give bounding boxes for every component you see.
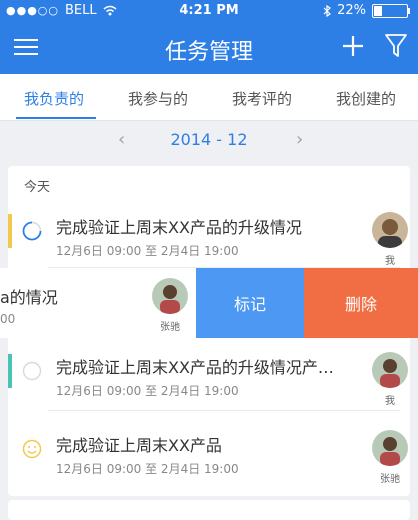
filter-icon[interactable] — [384, 32, 408, 60]
task-title: a的情况 — [0, 288, 58, 307]
add-task-button[interactable] — [340, 33, 366, 59]
priority-bar — [8, 214, 12, 248]
battery-icon — [372, 3, 410, 18]
avatar[interactable] — [152, 278, 188, 314]
tab-evaluating[interactable]: 我考评的 — [232, 88, 292, 109]
task-title: 完成验证上周末XX产品 — [56, 436, 222, 455]
swiped-task-row[interactable]: a的情况 00 张驰 标记 删除 — [0, 268, 418, 338]
tab-created[interactable]: 我创建的 — [336, 88, 396, 109]
assignee-name: 张驰 — [380, 474, 400, 485]
current-month: 2014 - 12 — [170, 130, 248, 149]
avatar[interactable] — [372, 430, 408, 466]
status-bar: ●●●○○ BELL 4:21 PM 22% — [0, 0, 418, 22]
tab-responsible[interactable]: 我负责的 — [24, 88, 84, 109]
task-time: 12月6日 09:00 至 2月4日 19:00 — [56, 384, 239, 398]
nav-bar: 任务管理 — [0, 22, 418, 74]
tab-participating[interactable]: 我参与的 — [128, 88, 188, 109]
avatar[interactable] — [372, 352, 408, 388]
smile-icon — [22, 439, 42, 459]
task-row[interactable]: 完成验证上周末XX产品 12月6日 09:00 至 2月4日 19:00 张驰 — [8, 416, 410, 486]
avatar[interactable] — [372, 212, 408, 248]
task-row[interactable]: 完成验证上周末XX产品的升级情况产… 12月6日 09:00 至 2月4日 19… — [8, 338, 410, 408]
task-time: 12月6日 09:00 至 2月4日 19:00 — [56, 244, 239, 258]
task-time: 00 — [0, 312, 16, 326]
task-title: 完成验证上周末XX产品的升级情况 — [56, 218, 302, 237]
assignee-name: 张驰 — [160, 322, 180, 333]
task-row[interactable]: 完成验证上周末XX产品的升级情况 12月6日 09:00 至 2月4日 19:0… — [8, 198, 410, 268]
delete-button[interactable]: 删除 — [304, 268, 418, 338]
status-right: 22% — [323, 3, 410, 18]
month-selector: ‹ 2014 - 12 › — [0, 121, 418, 159]
next-month-button[interactable]: › — [296, 129, 303, 150]
assignee-name: 我 — [385, 256, 395, 267]
mark-button[interactable]: 标记 — [196, 268, 304, 338]
priority-bar — [8, 354, 12, 388]
assignee-name: 我 — [385, 396, 395, 407]
row-divider — [48, 410, 400, 411]
tab-bar: 我负责的 我参与的 我考评的 我创建的 — [0, 74, 418, 121]
task-time: 12月6日 09:00 至 2月4日 19:00 — [56, 462, 239, 476]
next-card — [8, 500, 410, 520]
bluetooth-icon — [323, 4, 332, 17]
section-label-today: 今天 — [24, 180, 51, 195]
battery-percent: 22% — [337, 3, 366, 18]
in-progress-icon — [22, 221, 42, 241]
task-title: 完成验证上周末XX产品的升级情况产… — [56, 358, 334, 377]
not-started-icon — [22, 361, 42, 381]
active-tab-indicator — [16, 117, 96, 119]
